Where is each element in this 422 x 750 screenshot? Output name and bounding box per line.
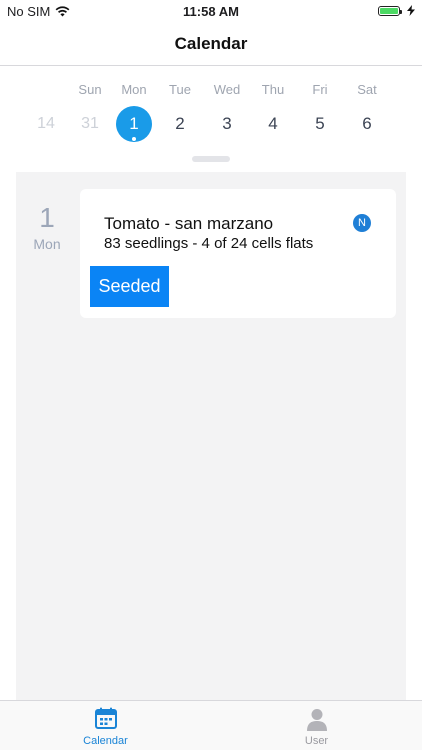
- drag-handle[interactable]: [192, 156, 230, 162]
- agenda-list: 1 Mon Tomato - san marzano 83 seedlings …: [16, 172, 406, 700]
- event-subtitle: 83 seedlings - 4 of 24 cells flats: [104, 235, 314, 252]
- week-day-name: Tue: [169, 82, 191, 97]
- battery-icon: [378, 5, 402, 16]
- week-strip: 14 Sun 31 Mon 1 Tue 2 Wed 3 Thu 4 Fri 5 Sat 6: [0, 66, 422, 170]
- tab-bar: Calendar User: [0, 700, 422, 750]
- week-day[interactable]: Fri 5: [298, 66, 342, 156]
- week-day[interactable]: Sat 6: [345, 66, 389, 156]
- agenda-day-number: 1: [39, 202, 55, 233]
- week-day-name: Wed: [213, 82, 241, 97]
- status-time: 11:58 AM: [183, 4, 239, 19]
- week-day[interactable]: Tue 2: [158, 66, 202, 156]
- nav-bar: Calendar: [0, 22, 422, 66]
- user-icon: [306, 709, 327, 731]
- tab-user[interactable]: User: [211, 706, 422, 750]
- status-bar: No SIM 11:58 AM: [0, 0, 422, 22]
- week-day[interactable]: Mon 1: [112, 66, 156, 156]
- week-day[interactable]: Thu 4: [251, 66, 295, 156]
- calendar-icon: [94, 707, 117, 729]
- event-indicator-dot: [131, 136, 137, 142]
- event-card[interactable]: Tomato - san marzano 83 seedlings - 4 of…: [80, 189, 396, 318]
- battery-level: [380, 7, 398, 14]
- agenda-day-header: 1 Mon: [24, 202, 70, 252]
- week-day-number: 5: [315, 114, 325, 133]
- event-badge: N: [353, 214, 371, 232]
- agenda-day-name: Mon: [33, 236, 61, 252]
- week-day-number: 3: [222, 114, 232, 133]
- tab-calendar[interactable]: Calendar: [0, 706, 211, 750]
- week-day-name: Thu: [261, 82, 285, 97]
- week-day-number: 6: [362, 114, 372, 133]
- page-title: Calendar: [174, 34, 248, 53]
- charging-icon: [407, 5, 415, 16]
- week-day[interactable]: Wed 3: [205, 66, 249, 156]
- week-day[interactable]: 14: [24, 66, 68, 156]
- tab-calendar-label: Calendar: [83, 735, 128, 747]
- week-day-number: 31: [81, 115, 99, 132]
- week-day-number: 4: [268, 114, 278, 133]
- week-day-name: Fri: [312, 82, 328, 97]
- week-day-number: 14: [37, 115, 55, 132]
- status-right: [378, 5, 415, 16]
- week-day-name: Sat: [357, 82, 377, 97]
- seeded-status-button[interactable]: Seeded: [90, 266, 169, 307]
- tab-user-label: User: [304, 735, 329, 747]
- week-day-name: Sun: [78, 82, 102, 97]
- week-day[interactable]: Sun 31: [68, 66, 112, 156]
- week-day-name: Mon: [121, 82, 147, 97]
- week-day-number: 2: [175, 114, 185, 133]
- event-title: Tomato - san marzano: [104, 214, 274, 233]
